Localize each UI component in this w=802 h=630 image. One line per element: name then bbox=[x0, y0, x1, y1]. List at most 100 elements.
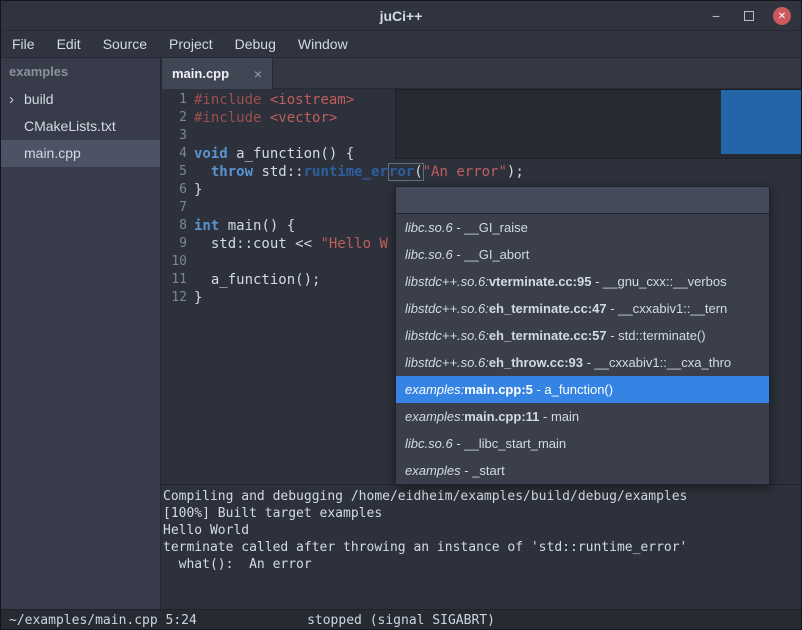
frame-module: libstdc++.so.6: bbox=[405, 274, 489, 289]
code-line[interactable]: 5 throw std::runtime_error("An error"); bbox=[161, 163, 802, 181]
frame-module: examples: bbox=[405, 382, 464, 397]
restore-button[interactable] bbox=[740, 7, 758, 25]
frame-location: vterminate.cc:95 bbox=[489, 274, 592, 289]
line-number: 10 bbox=[161, 253, 187, 271]
line-number: 3 bbox=[161, 127, 187, 145]
window-title: juCi++ bbox=[380, 8, 423, 24]
sidebar: examples › build CMakeLists.txt main.cpp bbox=[1, 58, 161, 609]
file-label: build bbox=[24, 91, 54, 107]
line-number: 9 bbox=[161, 235, 187, 253]
line-number: 8 bbox=[161, 217, 187, 235]
frame-module: libstdc++.so.6: bbox=[405, 355, 489, 370]
file-tree: › build CMakeLists.txt main.cpp bbox=[1, 86, 160, 167]
frame-symbol: - a_function() bbox=[533, 382, 613, 397]
tab-label: main.cpp bbox=[172, 66, 248, 81]
code-text: a_function(); bbox=[194, 271, 320, 289]
code-text: } bbox=[194, 289, 202, 307]
sidebar-item-build[interactable]: › build bbox=[1, 86, 160, 113]
minimize-button[interactable]: − bbox=[707, 7, 725, 25]
backtrace-frame[interactable]: libstdc++.so.6:eh_terminate.cc:57 - std:… bbox=[396, 322, 769, 349]
line-number: 4 bbox=[161, 145, 187, 163]
status-debug-state: stopped (signal SIGABRT) bbox=[1, 610, 801, 630]
backtrace-frame[interactable]: libstdc++.so.6:eh_terminate.cc:47 - __cx… bbox=[396, 295, 769, 322]
app-window: juCi++ − ✕ FileEditSourceProjectDebugWin… bbox=[0, 0, 802, 630]
frame-module: libstdc++.so.6: bbox=[405, 328, 489, 343]
tooltip-panel bbox=[395, 89, 802, 159]
frame-module: libc.so.6 bbox=[405, 220, 453, 235]
file-label: main.cpp bbox=[24, 145, 81, 161]
backtrace-popup: libc.so.6 - __GI_raiselibc.so.6 - __GI_a… bbox=[395, 186, 770, 485]
code-text: throw std::runtime_error("An error"); bbox=[194, 163, 524, 181]
line-number: 2 bbox=[161, 109, 187, 127]
sidebar-item-main-cpp[interactable]: main.cpp bbox=[1, 140, 160, 167]
frame-module: examples bbox=[405, 463, 461, 478]
frame-symbol: - main bbox=[539, 409, 579, 424]
backtrace-frame[interactable]: libc.so.6 - __GI_abort bbox=[396, 241, 769, 268]
code-text: void a_function() { bbox=[194, 145, 354, 163]
backtrace-frame[interactable]: examples:main.cpp:5 - a_function() bbox=[396, 376, 769, 403]
menu-file[interactable]: File bbox=[1, 31, 46, 57]
menu-source[interactable]: Source bbox=[92, 31, 158, 57]
titlebar: juCi++ − ✕ bbox=[1, 1, 801, 31]
code-text: } bbox=[194, 181, 202, 199]
menu-edit[interactable]: Edit bbox=[46, 31, 92, 57]
frame-location: main.cpp:11 bbox=[464, 409, 539, 424]
line-number: 1 bbox=[161, 91, 187, 109]
backtrace-frame[interactable]: examples:main.cpp:11 - main bbox=[396, 403, 769, 430]
console-line: what(): An error bbox=[163, 556, 801, 573]
line-number: 5 bbox=[161, 163, 187, 181]
tabbar: main.cpp × bbox=[161, 58, 802, 89]
frame-symbol: - _start bbox=[461, 463, 505, 478]
menu-project[interactable]: Project bbox=[158, 31, 224, 57]
console-line: terminate called after throwing an insta… bbox=[163, 539, 801, 556]
frame-module: libc.so.6 bbox=[405, 247, 453, 262]
frame-symbol: - std::terminate() bbox=[607, 328, 706, 343]
line-number: 7 bbox=[161, 199, 187, 217]
backtrace-list: libc.so.6 - __GI_raiselibc.so.6 - __GI_a… bbox=[396, 214, 769, 484]
console-line: Hello World bbox=[163, 522, 801, 539]
frame-location: main.cpp:5 bbox=[464, 382, 533, 397]
frame-symbol: - __GI_raise bbox=[453, 220, 528, 235]
tab-close-icon[interactable]: × bbox=[254, 66, 262, 82]
backtrace-frame[interactable]: libstdc++.so.6:vterminate.cc:95 - __gnu_… bbox=[396, 268, 769, 295]
debug-console[interactable]: Compiling and debugging /home/eidheim/ex… bbox=[161, 484, 802, 609]
minimize-icon: − bbox=[712, 8, 720, 24]
frame-symbol: - __GI_abort bbox=[453, 247, 530, 262]
sidebar-item-cmakelists-txt[interactable]: CMakeLists.txt bbox=[1, 113, 160, 140]
blue-panel bbox=[721, 90, 802, 154]
frame-symbol: - __cxxabiv1::__cxa_thro bbox=[583, 355, 731, 370]
sidebar-header: examples bbox=[1, 58, 160, 86]
code-text: std::cout << "Hello W bbox=[194, 235, 388, 253]
frame-symbol: - __gnu_cxx::__verbos bbox=[591, 274, 726, 289]
code-text: int main() { bbox=[194, 217, 295, 235]
frame-location: eh_throw.cc:93 bbox=[489, 355, 583, 370]
console-line: Compiling and debugging /home/eidheim/ex… bbox=[163, 488, 801, 505]
frame-module: libstdc++.so.6: bbox=[405, 301, 489, 316]
line-number: 11 bbox=[161, 271, 187, 289]
backtrace-frame[interactable]: libc.so.6 - __libc_start_main bbox=[396, 430, 769, 457]
code-text: #include <vector> bbox=[194, 109, 337, 127]
frame-module: examples: bbox=[405, 409, 464, 424]
console-line: [100%] Built target examples bbox=[163, 505, 801, 522]
code-text: #include <iostream> bbox=[194, 91, 354, 109]
backtrace-frame[interactable]: libc.so.6 - __GI_raise bbox=[396, 214, 769, 241]
frame-module: libc.so.6 bbox=[405, 436, 453, 451]
backtrace-frame[interactable]: libstdc++.so.6:eh_throw.cc:93 - __cxxabi… bbox=[396, 349, 769, 376]
menu-window[interactable]: Window bbox=[287, 31, 359, 57]
backtrace-frame[interactable]: examples - _start bbox=[396, 457, 769, 484]
window-controls: − ✕ bbox=[707, 1, 791, 31]
line-number: 6 bbox=[161, 181, 187, 199]
line-number: 12 bbox=[161, 289, 187, 307]
menubar: FileEditSourceProjectDebugWindow bbox=[1, 31, 801, 58]
tab-main-cpp[interactable]: main.cpp × bbox=[161, 58, 273, 89]
expander-icon[interactable]: › bbox=[9, 86, 14, 113]
close-icon: ✕ bbox=[778, 11, 786, 22]
frame-symbol: - __cxxabiv1::__tern bbox=[607, 301, 728, 316]
close-button[interactable]: ✕ bbox=[773, 7, 791, 25]
menu-debug[interactable]: Debug bbox=[224, 31, 287, 57]
occurrence-box: ror( bbox=[389, 164, 423, 180]
frame-symbol: - __libc_start_main bbox=[453, 436, 566, 451]
frame-location: eh_terminate.cc:57 bbox=[489, 328, 607, 343]
popup-search-entry[interactable] bbox=[396, 187, 769, 214]
statusbar: ~/examples/main.cpp 5:24 stopped (signal… bbox=[1, 609, 801, 630]
